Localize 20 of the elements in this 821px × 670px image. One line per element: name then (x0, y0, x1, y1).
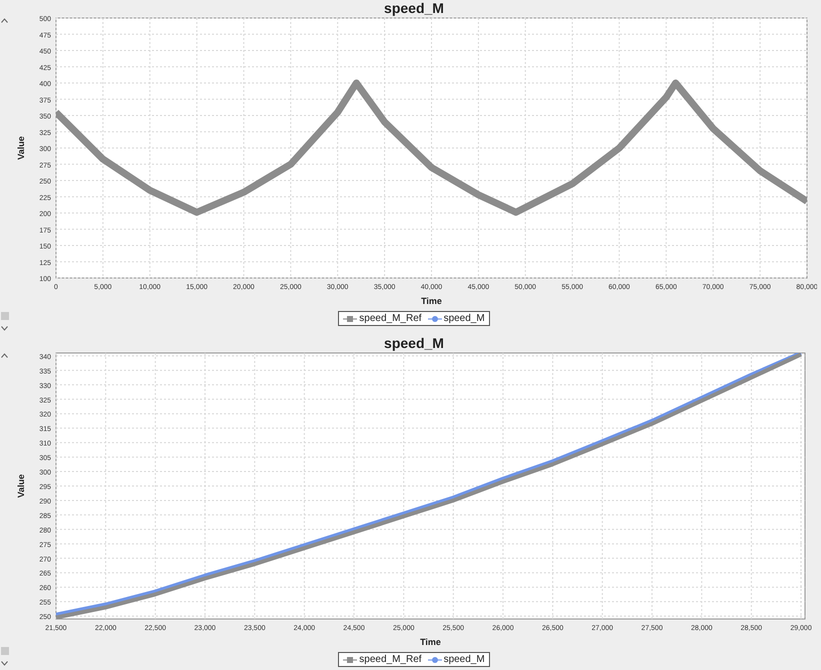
legend-label: speed_M_Ref (359, 313, 422, 324)
circle-marker-icon (428, 656, 442, 664)
scroll-handle[interactable] (0, 312, 8, 320)
legend-label: speed_M (444, 654, 485, 665)
scroll-handle[interactable] (0, 647, 8, 655)
y-axis-label: Value (16, 136, 26, 160)
x-axis-label: Time (420, 637, 440, 647)
square-marker-icon (343, 314, 358, 322)
chevron-up-icon (1, 353, 8, 358)
circle-marker-icon (428, 314, 442, 322)
chevron-up-icon (1, 18, 8, 23)
square-marker-icon (343, 656, 358, 664)
legend-label: speed_M_Ref (359, 654, 422, 665)
chevron-down-icon (1, 326, 8, 331)
x-axis-label: Time (420, 296, 442, 306)
chevron-down-icon (1, 661, 8, 666)
y-axis-label: Value (16, 474, 26, 498)
chart-title: speed_M (384, 0, 444, 16)
chart-title: speed_M (384, 335, 444, 351)
legend-label: speed_M (444, 313, 485, 324)
